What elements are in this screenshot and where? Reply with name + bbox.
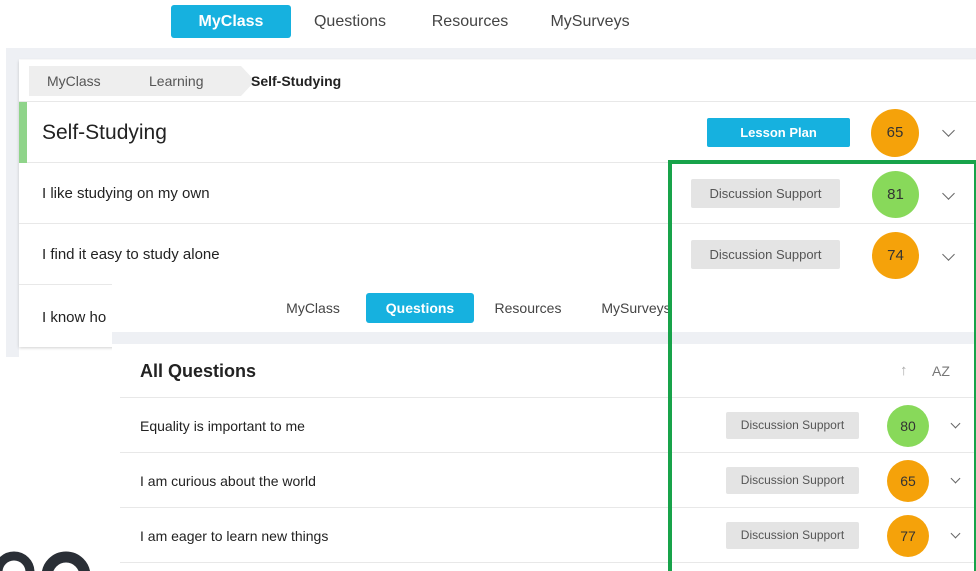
breadcrumb-label: Self-Studying bbox=[251, 73, 342, 89]
main-nav: MyClass Questions Resources MySurveys bbox=[0, 0, 976, 48]
section-header: Self-Studying Lesson Plan 65 bbox=[19, 102, 976, 163]
question-title: I am curious about the world bbox=[140, 473, 316, 489]
logo-icon bbox=[0, 540, 112, 571]
breadcrumb-label: MyClass bbox=[47, 73, 101, 89]
breadcrumb-item-current: Self-Studying bbox=[233, 66, 373, 96]
nav-tab-myclass[interactable]: MyClass bbox=[171, 5, 291, 38]
section-title: Self-Studying bbox=[42, 121, 167, 144]
nav-tab-resources[interactable]: Resources bbox=[484, 293, 572, 323]
nav-tab-mysurveys[interactable]: MySurveys bbox=[538, 5, 642, 38]
chevron-down-icon[interactable] bbox=[942, 124, 955, 137]
highlight-frame bbox=[668, 160, 976, 571]
nav-divider bbox=[6, 48, 976, 59]
question-title: I like studying on my own bbox=[42, 185, 210, 202]
panel-gutter bbox=[6, 59, 19, 357]
question-title: I find it easy to study alone bbox=[42, 246, 220, 263]
list-title: All Questions bbox=[140, 361, 257, 381]
breadcrumb: MyClass Learning Self-Studying bbox=[19, 60, 976, 102]
breadcrumb-item-learning[interactable]: Learning bbox=[129, 66, 257, 96]
lesson-plan-button[interactable]: Lesson Plan bbox=[707, 118, 850, 147]
breadcrumb-item-myclass[interactable]: MyClass bbox=[29, 66, 145, 96]
nav-tab-myclass[interactable]: MyClass bbox=[267, 293, 359, 323]
question-title: I am eager to learn new things bbox=[140, 528, 329, 544]
nav-tab-resources[interactable]: Resources bbox=[420, 5, 520, 38]
score-badge: 65 bbox=[871, 109, 919, 157]
question-title: Equality is important to me bbox=[140, 418, 305, 434]
breadcrumb-label: Learning bbox=[149, 73, 204, 89]
nav-tab-questions[interactable]: Questions bbox=[366, 293, 474, 323]
question-title: I know ho bbox=[42, 309, 107, 326]
nav-tab-questions[interactable]: Questions bbox=[300, 5, 400, 38]
section-accent-bar bbox=[19, 102, 27, 163]
